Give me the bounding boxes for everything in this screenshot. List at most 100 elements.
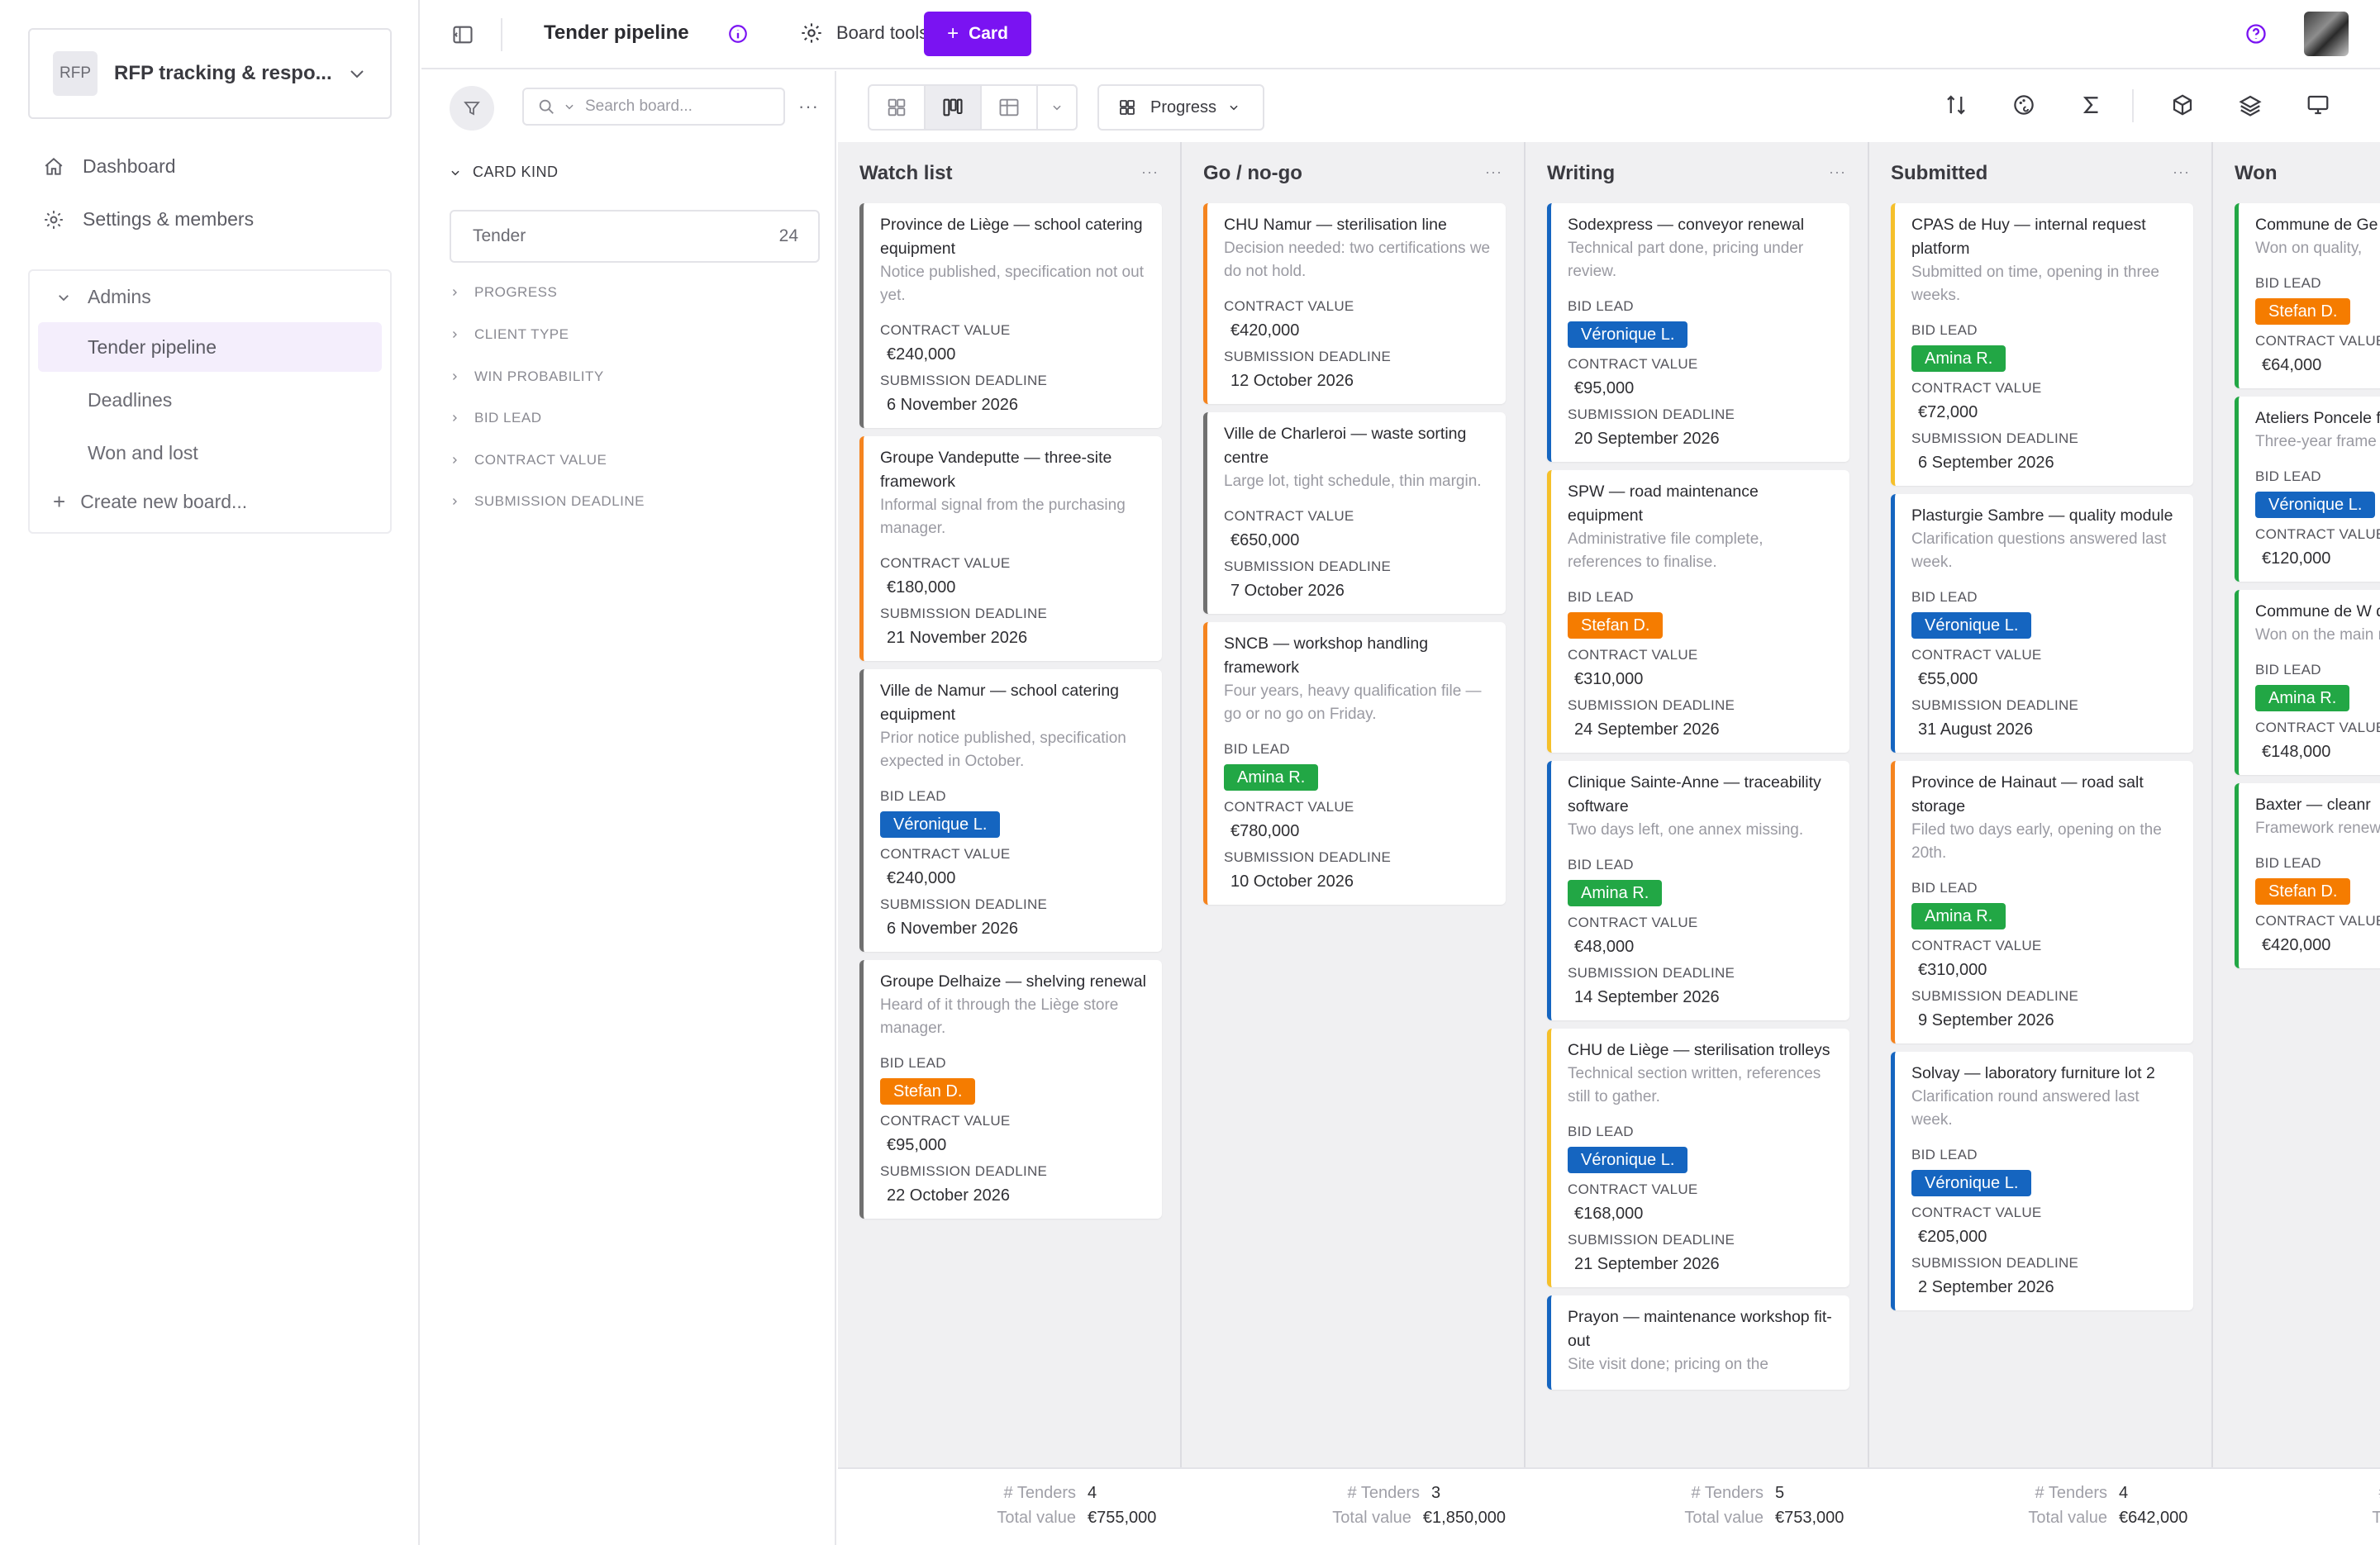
tenders-count-row: # Tenders 3 xyxy=(1348,1484,1506,1503)
tender-card[interactable]: Solvay — laboratory furniture lot 2 Clari… xyxy=(1891,1052,2193,1310)
contract-value: €310,000 xyxy=(1574,670,1644,688)
facet-option-tender[interactable]: Tender 24 xyxy=(450,210,820,263)
total-value: €642,000 xyxy=(2119,1509,2188,1527)
workspace-switcher[interactable]: RFP RFP tracking & respo... xyxy=(28,28,392,119)
group-by-value: Progress xyxy=(1150,97,1217,116)
tender-card[interactable]: Ville de Charleroi — waste sorting centr… xyxy=(1203,412,1506,614)
tender-card[interactable]: CPAS de Huy — internal request platform S… xyxy=(1891,203,2193,486)
facet-win-probability[interactable]: WIN PROBABILITY xyxy=(450,368,604,385)
column-menu-icon[interactable]: ··· xyxy=(1141,164,1159,181)
facet-progress[interactable]: PROGRESS xyxy=(450,284,557,301)
card-title: SNCB — workshop handling framework xyxy=(1224,635,1429,677)
facet-client-type[interactable]: CLIENT TYPE xyxy=(450,326,569,343)
column-menu-icon[interactable]: ··· xyxy=(2173,164,2190,181)
tender-card[interactable]: Commune de Ge equipment regis Won on qual… xyxy=(2235,203,2380,388)
facet-contract-value[interactable]: CONTRACT VALUE xyxy=(450,452,607,468)
tender-card[interactable]: Clinique Sainte-Anne — traceability soft… xyxy=(1547,761,1849,1020)
facet-label: WIN PROBABILITY xyxy=(474,368,604,384)
column-menu-icon[interactable]: ··· xyxy=(1829,164,1846,181)
tender-card[interactable]: Ateliers Poncele framework Three-year fra… xyxy=(2235,397,2380,582)
create-board-button[interactable]: + Create new board... xyxy=(53,489,247,515)
facet-label: SUBMISSION DEADLINE xyxy=(474,493,645,509)
tender-card[interactable]: Plasturgie Sambre — quality module Clarif… xyxy=(1891,494,2193,753)
chevron-down-icon xyxy=(1230,105,1238,111)
submission-deadline-label: SUBMISSION DEADLINE xyxy=(1911,1255,2079,1271)
contract-value: €95,000 xyxy=(887,1136,947,1154)
tender-card[interactable]: Prayon — maintenance workshop fit-out Sit… xyxy=(1547,1295,1849,1390)
contract-value-label: CONTRACT VALUE xyxy=(1224,298,1354,314)
tenders-count-row: # Tenders 4 xyxy=(2035,1484,2193,1503)
contract-value: €120,000 xyxy=(2262,549,2331,568)
total-value: €755,000 xyxy=(1088,1509,1157,1527)
tender-card[interactable]: Province de Hainaut — road salt storage F… xyxy=(1891,761,2193,1043)
column-menu-icon[interactable]: ··· xyxy=(1485,164,1502,181)
info-icon[interactable] xyxy=(727,23,749,45)
contract-value-label: CONTRACT VALUE xyxy=(880,322,1011,338)
color-palette-icon[interactable] xyxy=(2011,93,2036,117)
tender-card[interactable]: Commune de W depot Won on the main not on… xyxy=(2235,590,2380,775)
bid-lead-label: BID LEAD xyxy=(1911,589,1978,605)
tender-card[interactable]: SNCB — workshop handling framework Four y… xyxy=(1203,622,1506,905)
tender-card[interactable]: Province de Liège — school catering equi… xyxy=(859,203,1162,428)
tenders-count-row: # Tenders 4 xyxy=(1004,1484,1162,1503)
submission-deadline: 21 November 2026 xyxy=(887,629,1028,647)
group-by-select[interactable]: Progress xyxy=(1097,84,1264,131)
filter-button[interactable] xyxy=(450,86,494,131)
tender-card[interactable]: Groupe Delhaize — shelving renewal Heard … xyxy=(859,960,1162,1219)
help-icon[interactable] xyxy=(2244,22,2268,45)
tender-card[interactable]: CHU Namur — sterilisation line Decision n… xyxy=(1203,203,1506,404)
submission-deadline-label: SUBMISSION DEADLINE xyxy=(880,1163,1048,1179)
facet-submission-deadline[interactable]: SUBMISSION DEADLINE xyxy=(450,493,645,510)
board-tools-button[interactable]: Board tools xyxy=(800,21,928,45)
sum-icon[interactable] xyxy=(2079,93,2104,117)
user-avatar[interactable] xyxy=(2304,12,2349,56)
board-link-deadlines[interactable]: Deadlines xyxy=(38,375,382,425)
facet-label: CLIENT TYPE xyxy=(474,326,569,342)
filter-panel: Search board... ··· CARD KIND Tender 24 … xyxy=(421,71,836,1545)
bid-lead-label: BID LEAD xyxy=(1911,322,1978,338)
tender-card[interactable]: Baxter — cleanr Framework renew more year… xyxy=(2235,783,2380,968)
bid-lead-label: BID LEAD xyxy=(2255,468,2321,484)
add-card-button[interactable]: + Card xyxy=(924,12,1031,56)
tender-card[interactable]: CHU de Liège — sterilisation trolleys Tec… xyxy=(1547,1029,1849,1287)
presentation-icon[interactable] xyxy=(2306,93,2330,117)
tender-card[interactable]: Sodexpress — conveyor renewal Technical p… xyxy=(1547,203,1849,462)
sidebar-toggle-icon[interactable] xyxy=(451,23,474,46)
nav-dashboard[interactable]: Dashboard xyxy=(43,155,176,178)
board-group: Admins Tender pipeline Deadlines Won and… xyxy=(28,269,392,534)
submission-deadline-label: SUBMISSION DEADLINE xyxy=(1224,349,1392,364)
view-table-button[interactable] xyxy=(982,86,1038,129)
tender-card[interactable]: Ville de Namur — school catering equipme… xyxy=(859,669,1162,952)
search-input[interactable]: Search board... xyxy=(522,88,785,126)
layers-icon[interactable] xyxy=(2238,93,2263,117)
gear-icon xyxy=(45,210,63,229)
board-link-tender-pipeline[interactable]: Tender pipeline xyxy=(38,322,382,372)
column-summary: # Tenders4Total value xyxy=(2213,1467,2380,1545)
box-icon[interactable] xyxy=(2170,93,2195,117)
contract-value-label: CONTRACT VALUE xyxy=(1911,938,2042,953)
grid-view-icon xyxy=(888,98,906,116)
more-options-icon[interactable]: ··· xyxy=(798,96,819,117)
table-view-icon xyxy=(999,98,1019,116)
contract-value: €64,000 xyxy=(2262,356,2322,374)
view-grid-button[interactable] xyxy=(869,86,926,129)
view-more-button[interactable] xyxy=(1038,86,1076,129)
contract-value: €95,000 xyxy=(1574,379,1635,397)
card-title: Province de Hainaut — road salt storage xyxy=(1911,773,2144,815)
board-link-won-and-lost[interactable]: Won and lost xyxy=(38,428,382,478)
facet-option-count: 24 xyxy=(778,226,798,245)
facet-card-kind[interactable]: CARD KIND xyxy=(450,164,559,181)
card-description: Technical section written, references st… xyxy=(1568,1065,1821,1105)
view-kanban-button[interactable] xyxy=(926,86,982,129)
column-title: Won xyxy=(2235,162,2278,184)
facet-bid-lead[interactable]: BID LEAD xyxy=(450,410,541,426)
tender-card[interactable]: SPW — road maintenance equipment Administ… xyxy=(1547,470,1849,753)
board-group-toggle[interactable]: Admins xyxy=(56,286,151,308)
contract-value-label: CONTRACT VALUE xyxy=(880,555,1011,571)
card-description: Large lot, tight schedule, thin margin. xyxy=(1224,473,1482,490)
tender-card[interactable]: Groupe Vandeputte — three-site framework… xyxy=(859,436,1162,661)
nav-settings[interactable]: Settings & members xyxy=(43,208,254,231)
sort-icon[interactable] xyxy=(1944,93,1968,117)
bid-lead-pill: Stefan D. xyxy=(2255,878,2351,905)
contract-value: €420,000 xyxy=(1230,321,1300,340)
